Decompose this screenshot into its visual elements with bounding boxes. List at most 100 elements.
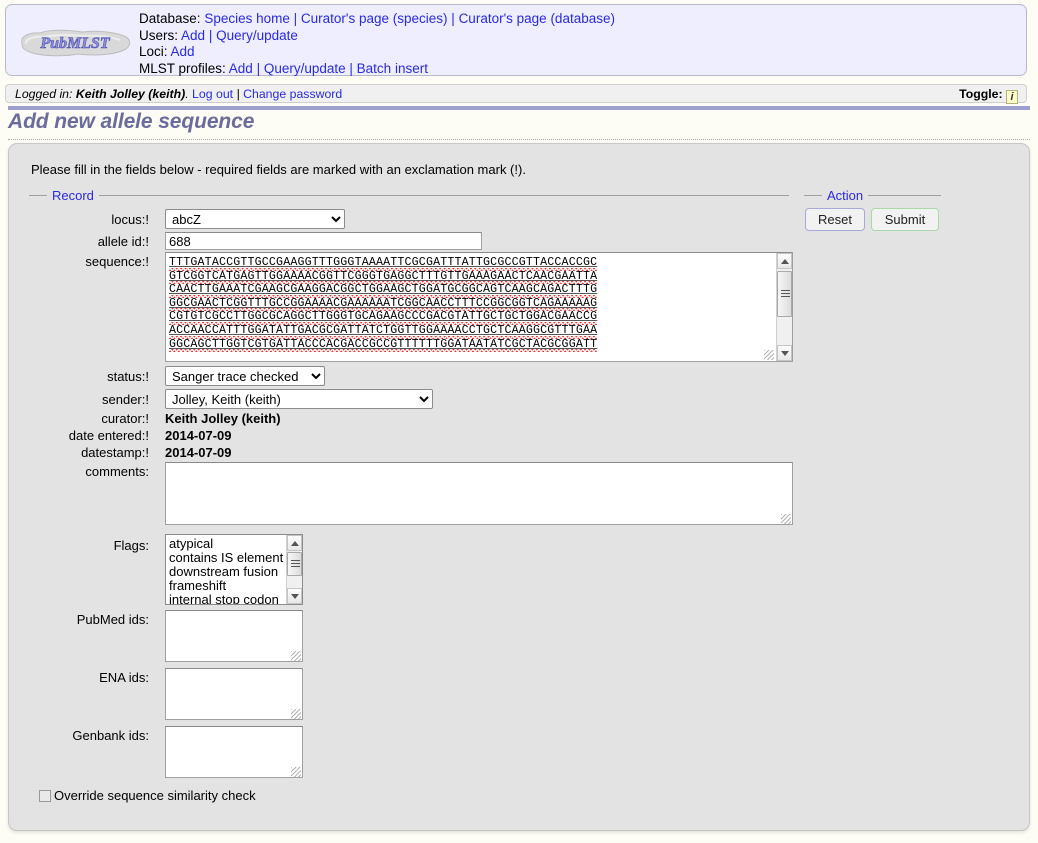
record-fieldset: Record <box>29 188 789 203</box>
field-row-locus: locus:! abcZ <box>19 209 779 229</box>
sequence-scrollbar[interactable] <box>776 253 792 361</box>
nav-label-loci: Loci: <box>139 44 168 60</box>
toggle-control[interactable]: Toggle: i <box>959 87 1018 104</box>
field-row-allele-id: allele id:! <box>19 232 779 252</box>
comments-textarea[interactable] <box>165 462 793 525</box>
locus-select[interactable]: abcZ <box>165 209 345 229</box>
nav-link-curators-page-database[interactable]: Curator's page (database) <box>459 11 615 26</box>
logged-in-user: Keith Jolley (keith) <box>75 87 186 101</box>
scroll-up-icon[interactable] <box>777 253 792 269</box>
nav-line-mlst-profiles: MLST profiles: Add | Query/update | Batc… <box>139 60 428 76</box>
change-password-link[interactable]: Change password <box>243 87 342 101</box>
override-checkbox-row[interactable]: Override sequence similarity check <box>39 788 256 803</box>
pubmed-ids-resize-grip[interactable] <box>291 651 301 661</box>
main-panel: Please fill in the fields below - requir… <box>8 143 1030 831</box>
sequence-label: sequence:! <box>85 254 149 269</box>
logout-link[interactable]: Log out <box>192 87 233 101</box>
toggle-label: Toggle: <box>959 87 1003 101</box>
nav-link-users-add[interactable]: Add <box>181 28 205 43</box>
record-legend: Record <box>52 188 94 203</box>
login-bar: Logged in: Keith Jolley (keith). Log out… <box>5 84 1027 104</box>
flags-listbox[interactable]: atypical contains IS element downstream fu… <box>165 534 303 605</box>
nav-label-mlst-profiles: MLST profiles: <box>139 60 226 76</box>
allele-id-input[interactable] <box>165 232 482 250</box>
curator-value: Keith Jolley (keith) <box>165 411 281 426</box>
date-entered-label: date entered:! <box>68 428 149 443</box>
override-checkbox-label: Override sequence similarity check <box>54 788 256 803</box>
reset-button[interactable]: Reset <box>805 208 865 231</box>
ena-ids-label: ENA ids: <box>99 670 149 685</box>
sequence-line: GTCGGTCATGAGTTGGAAAACGGTTCGGGTGAGGCTTTGT… <box>169 269 598 284</box>
locus-label: locus:! <box>111 212 149 227</box>
field-row-date-entered: date entered:! 2014-07-09 <box>19 428 779 446</box>
form-instructions: Please fill in the fields below - requir… <box>31 162 526 177</box>
flags-scroll-up-icon[interactable] <box>287 535 302 551</box>
scroll-thumb[interactable] <box>777 271 792 317</box>
login-separator: | <box>236 87 240 101</box>
pubmed-ids-textarea[interactable] <box>165 610 303 662</box>
allele-id-label: allele id:! <box>97 234 149 249</box>
info-icon[interactable]: i <box>1006 90 1018 104</box>
flags-scroll-grip-icon <box>291 560 300 568</box>
sequence-resize-grip[interactable] <box>764 350 774 360</box>
ena-ids-textarea[interactable] <box>165 668 303 720</box>
field-row-datestamp: datestamp:! 2014-07-09 <box>19 445 779 463</box>
logged-in-prefix: Logged in: <box>15 87 73 101</box>
override-checkbox[interactable] <box>39 790 51 802</box>
comments-label: comments: <box>85 464 149 479</box>
action-fieldset: Action <box>804 188 941 203</box>
status-label: status:! <box>107 369 149 384</box>
sequence-line: CGTGTCGCCTTGGCGCAGGCTTGGGTGCAGAAGCCCGACG… <box>169 310 598 325</box>
page-root: PubMLST Database: Species home | Curator… <box>0 0 1038 843</box>
title-dotted-rule <box>8 139 1030 140</box>
nav-link-curators-page-species[interactable]: Curator's page (species) <box>301 11 448 26</box>
nav-link-loci-add[interactable]: Add <box>171 44 195 59</box>
field-row-status: status:! Sanger trace checked <box>19 366 779 386</box>
nav-link-profiles-query-update[interactable]: Query/update <box>264 61 346 76</box>
nav-line-users: Users: Add | Query/update <box>139 27 298 43</box>
flags-label: Flags: <box>113 538 149 553</box>
action-legend: Action <box>827 188 864 203</box>
flags-scroll-thumb[interactable] <box>287 552 302 576</box>
sender-select[interactable]: Jolley, Keith (keith) <box>165 389 433 409</box>
nav-link-species-home[interactable]: Species home <box>204 11 290 26</box>
sequence-line: CAACTTGAAATCGAAGCGAAGGACGGCTGGAAGCTGGATG… <box>169 283 598 298</box>
flags-options: atypical contains IS element downstream fu… <box>166 537 286 605</box>
datestamp-value: 2014-07-09 <box>165 445 232 460</box>
sequence-content: TTTGATACCGTTGCCGAAGGTTTGGGTAAAATTCGCGATT… <box>169 256 598 352</box>
header-nav: Database: Species home | Curator's page … <box>139 11 615 77</box>
flags-option[interactable]: frameshift <box>166 579 286 593</box>
genbank-ids-label: Genbank ids: <box>72 728 149 743</box>
submit-button[interactable]: Submit <box>871 208 939 231</box>
flags-scrollbar[interactable] <box>286 535 302 604</box>
flags-scroll-down-icon[interactable] <box>287 588 302 604</box>
genbank-ids-textarea[interactable] <box>165 726 303 778</box>
nav-label-database: Database: <box>139 11 201 26</box>
flags-option[interactable]: internal stop codon <box>166 593 286 605</box>
scroll-grip-icon <box>781 290 790 298</box>
flags-option[interactable]: downstream fusion <box>166 565 286 579</box>
flags-option[interactable]: atypical <box>166 537 286 551</box>
nav-link-profiles-add[interactable]: Add <box>229 61 253 76</box>
nav-line-loci: Loci: Add <box>139 44 615 61</box>
genbank-ids-resize-grip[interactable] <box>291 767 301 777</box>
site-header: PubMLST Database: Species home | Curator… <box>5 4 1027 76</box>
date-entered-value: 2014-07-09 <box>165 428 232 443</box>
sequence-textarea[interactable]: TTTGATACCGTTGCCGAAGGTTTGGGTAAAATTCGCGATT… <box>165 252 793 362</box>
nav-link-profiles-batch-insert[interactable]: Batch insert <box>357 61 428 76</box>
nav-link-users-query-update[interactable]: Query/update <box>216 28 298 43</box>
pubmlst-logo[interactable]: PubMLST <box>16 27 134 59</box>
nav-label-users: Users: <box>139 27 179 43</box>
svg-text:PubMLST: PubMLST <box>39 35 111 52</box>
sender-label: sender:! <box>102 392 149 407</box>
status-select[interactable]: Sanger trace checked <box>165 366 325 386</box>
nav-line-database: Database: Species home | Curator's page … <box>139 11 615 26</box>
page-title: Add new allele sequence <box>8 110 255 133</box>
flags-option[interactable]: contains IS element <box>166 551 286 565</box>
field-row-curator: curator:! Keith Jolley (keith) <box>19 411 779 429</box>
curator-label: curator:! <box>101 411 149 426</box>
sequence-line: ACCAACCATTTGGATATTGACGCGATTATCTGGTTGGAAA… <box>169 323 598 339</box>
ena-ids-resize-grip[interactable] <box>291 709 301 719</box>
comments-resize-grip[interactable] <box>781 514 791 524</box>
scroll-down-icon[interactable] <box>777 345 792 361</box>
